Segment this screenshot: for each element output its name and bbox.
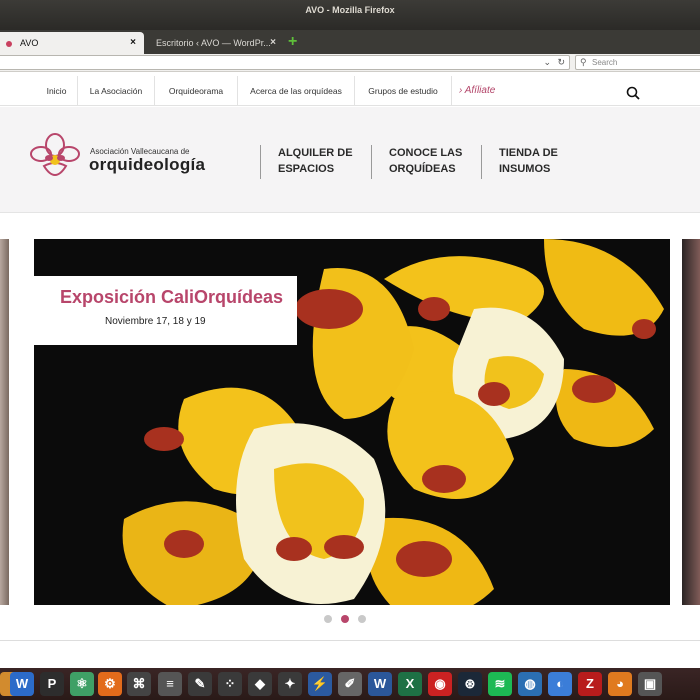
tab-avo[interactable]: AVO × xyxy=(0,32,144,54)
inkscape-app-icon[interactable]: ◆ xyxy=(248,672,272,696)
nav-line: ORQUÍDEAS xyxy=(389,163,456,175)
nav-conoce-orquideas[interactable]: CONOCE LAS ORQUÍDEAS xyxy=(371,145,462,179)
paint-app-icon[interactable]: ✎ xyxy=(188,672,212,696)
dots-app-icon[interactable]: ⁘ xyxy=(218,672,242,696)
window-title: AVO - Mozilla Firefox xyxy=(305,5,395,15)
slide-image[interactable]: Exposición CaliOrquídeas Noviembre 17, 1… xyxy=(34,239,670,605)
steam-app-icon[interactable]: ⊛ xyxy=(458,672,482,696)
browser-app-icon[interactable]: ◐ xyxy=(548,672,572,696)
nav-orquideorama[interactable]: Orquideorama xyxy=(155,76,238,106)
gimp-app-icon[interactable]: ✦ xyxy=(278,672,302,696)
p-app-icon[interactable]: P xyxy=(40,672,64,696)
app-icon[interactable]: ▣ xyxy=(638,672,662,696)
new-tab-button[interactable]: + xyxy=(288,34,302,50)
tab-label: Escritorio ‹ AVO — WordPr... xyxy=(156,38,271,48)
window-titlebar: AVO - Mozilla Firefox xyxy=(0,0,700,30)
previous-slide-peek[interactable] xyxy=(0,239,9,605)
search-placeholder: Search xyxy=(592,58,618,67)
nav-acerca-orquideas[interactable]: Acerca de las orquídeas xyxy=(238,76,355,106)
editor-app-icon[interactable]: ✐ xyxy=(338,672,362,696)
reload-icon[interactable]: ↻ xyxy=(557,56,565,69)
hero-slider: Exposición CaliOrquídeas Noviembre 17, 1… xyxy=(0,214,700,640)
tab-wordpress[interactable]: Escritorio ‹ AVO — WordPr... × xyxy=(144,32,284,54)
nav-alquiler-espacios[interactable]: ALQUILER DE ESPACIOS xyxy=(260,145,353,179)
nav-line: ALQUILER DE xyxy=(278,147,353,159)
nav-line: ESPACIOS xyxy=(278,163,335,175)
sliders-app-icon[interactable]: ≡ xyxy=(158,672,182,696)
url-bar[interactable]: ⌄ ↻ xyxy=(0,55,570,70)
divider xyxy=(0,640,700,641)
network-app-icon[interactable]: ⌘ xyxy=(127,672,151,696)
writer-app-icon[interactable]: W xyxy=(10,672,34,696)
atom-app-icon[interactable]: ⚛ xyxy=(70,672,94,696)
site-header: Asociación Vallecaucana de orquideología… xyxy=(0,107,700,213)
navigation-toolbar: ⌄ ↻ ⚲ Search xyxy=(0,54,700,72)
site-top-nav: Inicio La Asociación Orquideorama Acerca… xyxy=(0,76,700,106)
slide-title[interactable]: Exposición CaliOrquídeas xyxy=(60,287,283,308)
nav-la-asociacion[interactable]: La Asociación xyxy=(78,76,155,106)
search-icon: ⚲ xyxy=(580,57,587,67)
close-tab-icon[interactable]: × xyxy=(130,32,136,54)
tab-strip: AVO × Escritorio ‹ AVO — WordPr... × + xyxy=(0,30,700,54)
slider-pagination xyxy=(324,615,374,625)
taskbar: W P ⚛ ⚙ ⌘ ≡ ✎ ⁘ ◆ ✦ ⚡ ✐ W X ◉ ⊛ ≋ ◍ ◐ Z … xyxy=(0,668,700,700)
nav-line: INSUMOS xyxy=(499,163,551,175)
favicon-icon xyxy=(6,40,12,47)
chrome-app-icon[interactable]: ◍ xyxy=(518,672,542,696)
bolt-app-icon[interactable]: ⚡ xyxy=(308,672,332,696)
slide-dot-1[interactable] xyxy=(324,615,332,623)
word-app-icon[interactable]: W xyxy=(368,672,392,696)
slide-caption[interactable]: Exposición CaliOrquídeas Noviembre 17, 1… xyxy=(34,276,297,345)
close-tab-icon[interactable]: × xyxy=(270,32,276,54)
search-input[interactable]: ⚲ Search xyxy=(575,55,700,70)
tab-label: AVO xyxy=(20,38,39,48)
brand-name[interactable]: orquideología xyxy=(89,155,205,175)
nav-inicio[interactable]: Inicio xyxy=(36,76,78,106)
url-dropdown-icon[interactable]: ⌄ xyxy=(543,56,551,69)
settings-app-icon[interactable]: ⚙ xyxy=(98,672,122,696)
search-icon[interactable] xyxy=(626,86,640,100)
nav-line: CONOCE LAS xyxy=(389,147,463,159)
next-slide-peek[interactable] xyxy=(682,239,700,605)
filezilla-app-icon[interactable]: Z xyxy=(578,672,602,696)
nav-line: TIENDA DE xyxy=(499,147,558,159)
nav-afiliate[interactable]: › Afíliate xyxy=(459,76,495,106)
firefox-app-icon[interactable]: ◕ xyxy=(608,672,632,696)
slide-subtitle: Noviembre 17, 18 y 19 xyxy=(105,316,206,327)
slide-dot-2[interactable] xyxy=(341,615,349,623)
nav-tienda-insumos[interactable]: TIENDA DE INSUMOS xyxy=(481,145,558,179)
slide-dot-3[interactable] xyxy=(358,615,366,623)
opera-app-icon[interactable]: ◉ xyxy=(428,672,452,696)
excel-app-icon[interactable]: X xyxy=(398,672,422,696)
nav-grupos-estudio[interactable]: Grupos de estudio xyxy=(355,76,452,106)
spotify-app-icon[interactable]: ≋ xyxy=(488,672,512,696)
orchid-logo-icon[interactable] xyxy=(30,132,80,186)
